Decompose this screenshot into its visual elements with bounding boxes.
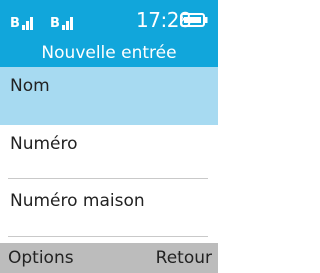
signal-bar <box>65 21 69 30</box>
status-bar: B B 17:28 <box>0 0 218 40</box>
signal-bar <box>29 17 33 30</box>
field-label: Numéro maison <box>10 191 145 211</box>
field-numero-maison[interactable]: Numéro maison <box>0 182 218 240</box>
phone-screen: B B 17:28 Nouvelle entrée Nom Numéro Num… <box>0 0 218 273</box>
options-softkey[interactable]: Options <box>8 247 74 269</box>
back-softkey[interactable]: Retour <box>156 247 212 269</box>
signal-bar <box>61 25 65 30</box>
field-numero[interactable]: Numéro <box>0 125 218 183</box>
field-label: Nom <box>10 76 50 96</box>
signal-bar <box>21 25 25 30</box>
signal-icon: B <box>10 12 33 30</box>
battery-icon <box>180 13 208 27</box>
field-nom[interactable]: Nom <box>0 67 218 125</box>
softkey-bar: Options Retour <box>0 243 218 273</box>
signal-bar <box>25 21 29 30</box>
signal-label: B <box>50 16 60 31</box>
signal-label: B <box>10 16 20 31</box>
signal-icon: B <box>50 12 73 30</box>
divider <box>8 236 208 237</box>
divider <box>8 178 208 179</box>
title-bar: Nouvelle entrée <box>0 40 218 67</box>
signal-bar <box>69 17 73 30</box>
page-title: Nouvelle entrée <box>41 43 177 63</box>
field-label: Numéro <box>10 134 78 154</box>
